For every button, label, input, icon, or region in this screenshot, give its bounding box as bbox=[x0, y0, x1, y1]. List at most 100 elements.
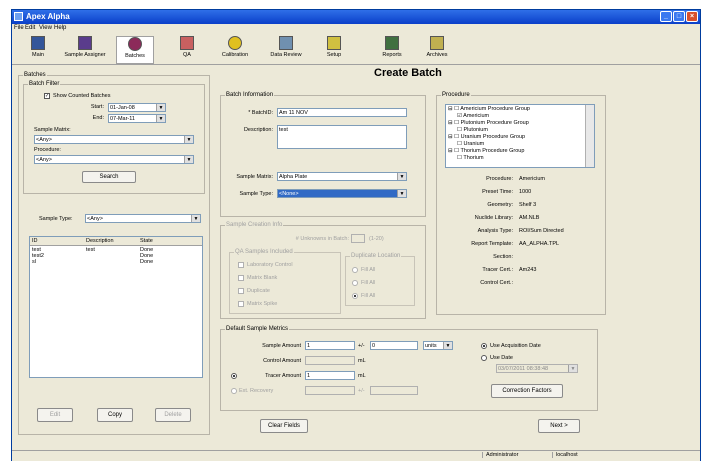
units-select[interactable]: units ▼ bbox=[423, 341, 453, 350]
tree-node[interactable]: ☐ Thorium bbox=[448, 155, 530, 162]
sample-type-select[interactable]: <None> ▼ bbox=[277, 189, 407, 198]
copy-button[interactable]: Copy bbox=[97, 408, 133, 422]
tree-node[interactable]: ⊟ ☐ Uranium Procedure Group bbox=[448, 134, 530, 141]
window-title: Apex Alpha bbox=[26, 12, 70, 21]
matrix-filter-label: Sample Matrix: bbox=[34, 127, 71, 133]
show-counted-checkbox[interactable]: ✓ bbox=[44, 93, 50, 99]
minimize-button[interactable]: _ bbox=[660, 11, 672, 22]
dup-radio[interactable] bbox=[352, 293, 358, 299]
batch-list-table[interactable]: ID Description State test test Done test2 D… bbox=[29, 236, 203, 378]
description-field[interactable]: test bbox=[277, 125, 407, 149]
batch-info-legend: Batch Information bbox=[225, 92, 275, 98]
batch-info-group: Batch Information * BatchID: Am 11 NOV D… bbox=[220, 92, 426, 217]
menu-help[interactable]: Help bbox=[54, 25, 66, 31]
toolbar-data-review[interactable]: Data Review bbox=[264, 36, 308, 58]
ext-recovery-field[interactable] bbox=[305, 386, 355, 395]
setup-icon bbox=[327, 36, 341, 50]
delete-button[interactable]: Delete bbox=[155, 408, 191, 422]
dup-label: Fill All bbox=[361, 280, 376, 286]
dup-radio[interactable] bbox=[352, 280, 358, 286]
end-label: End: bbox=[92, 115, 104, 121]
sample-amount-field[interactable]: 1 bbox=[305, 341, 355, 350]
qa-matrix-spike-checkbox[interactable] bbox=[238, 301, 244, 307]
tree-node[interactable]: ☐ Uranium bbox=[448, 141, 530, 148]
maximize-button[interactable]: □ bbox=[673, 11, 685, 22]
dup-radio[interactable] bbox=[352, 267, 358, 273]
menu-edit[interactable]: Edit bbox=[25, 25, 35, 31]
tree-node[interactable]: ☐ Plutonium bbox=[448, 127, 530, 134]
sample-type-filter-select[interactable]: <Any> ▼ bbox=[85, 214, 201, 223]
qa-samples-group: QA Samples Included Laboratory Control M… bbox=[229, 249, 341, 314]
show-counted-label: Show Counted Batches bbox=[53, 93, 111, 99]
toolbar-qa[interactable]: QA bbox=[175, 36, 199, 58]
tree-node[interactable]: ⊟ ☐ Plutonium Procedure Group bbox=[448, 120, 530, 127]
control-amount-field[interactable] bbox=[305, 356, 355, 365]
use-acquisition-date-radio[interactable] bbox=[481, 343, 487, 349]
control-unit-label: mL bbox=[358, 358, 366, 364]
batches-legend: Batches bbox=[23, 72, 47, 78]
tracer-unit-label: mL bbox=[358, 373, 366, 379]
ext-recovery-uncertainty-field[interactable] bbox=[370, 386, 418, 395]
menu-view[interactable]: View bbox=[39, 25, 52, 31]
toolbar-calibration[interactable]: Calibration bbox=[217, 36, 253, 58]
procedure-tree[interactable]: ⊟ ☐ Americium Procedure Group ☑ Americiu… bbox=[445, 104, 595, 168]
procedure-group: Procedure ⊟ ☐ Americium Procedure Group … bbox=[436, 92, 606, 315]
close-button[interactable]: × bbox=[686, 11, 698, 22]
sample-uncertainty-field[interactable]: 0 bbox=[370, 341, 418, 350]
tree-scrollbar[interactable] bbox=[585, 105, 594, 167]
toolbar-setup[interactable]: Setup bbox=[322, 36, 346, 58]
tree-node[interactable]: ☑ Americium bbox=[448, 113, 530, 120]
toolbar-archives[interactable]: Archives bbox=[420, 36, 454, 58]
main-icon bbox=[31, 36, 45, 50]
app-window: Apex Alpha _ □ × File Edit View Help Mai… bbox=[11, 9, 701, 461]
column-id[interactable]: ID bbox=[32, 238, 38, 244]
plus-minus-label: +/- bbox=[358, 343, 365, 349]
start-date-field[interactable]: 01-Jan-08 ▼ bbox=[108, 103, 166, 112]
tree-node[interactable]: ⊟ ☐ Americium Procedure Group bbox=[448, 106, 530, 113]
next-button[interactable]: Next > bbox=[538, 419, 580, 433]
toolbar-main[interactable]: Main bbox=[24, 36, 52, 58]
toolbar-sample-assigner[interactable]: Sample Assigner bbox=[60, 36, 110, 58]
table-row[interactable]: sl Done bbox=[30, 259, 202, 265]
duplicate-location-legend: Duplicate Location bbox=[350, 253, 402, 259]
qa-matrix-blank-checkbox[interactable] bbox=[238, 275, 244, 281]
sample-type-filter-label: Sample Type: bbox=[39, 216, 73, 222]
sample-creation-legend: Sample Creation Info bbox=[225, 222, 284, 228]
data-review-icon bbox=[279, 36, 293, 50]
use-date-radio[interactable] bbox=[481, 355, 487, 361]
batches-panel: Batches Batch Filter ✓ Show Counted Batc… bbox=[18, 72, 210, 435]
edit-button[interactable]: Edit bbox=[37, 408, 73, 422]
toolbar-reports[interactable]: Reports bbox=[377, 36, 407, 58]
tree-node[interactable]: ⊟ ☐ Thorium Procedure Group bbox=[448, 148, 530, 155]
ext-recovery-radio[interactable] bbox=[231, 388, 237, 394]
menu-file[interactable]: File bbox=[14, 25, 24, 31]
qa-samples-legend: QA Samples Included bbox=[234, 249, 294, 255]
qa-duplicate-checkbox[interactable] bbox=[238, 288, 244, 294]
column-description[interactable]: Description bbox=[86, 238, 114, 244]
sample-matrix-select[interactable]: Alpha Plate ▼ bbox=[277, 172, 407, 181]
start-label: Start: bbox=[90, 104, 104, 110]
reports-icon bbox=[385, 36, 399, 50]
batch-id-field[interactable]: Am 11 NOV bbox=[277, 108, 407, 117]
qa-laboratory-control-checkbox[interactable] bbox=[238, 262, 244, 268]
app-icon bbox=[14, 12, 23, 21]
sample-type-label: Sample Type: bbox=[239, 191, 273, 197]
procedure-filter-label: Procedure: bbox=[34, 147, 61, 153]
date-picker[interactable]: 03/07/2011 08:38:48 ▼ bbox=[496, 364, 578, 373]
tracer-amount-field[interactable]: 1 bbox=[305, 371, 355, 380]
clear-fields-button[interactable]: Clear Fields bbox=[260, 419, 308, 433]
sample-metrics-legend: Default Sample Metrics bbox=[225, 326, 290, 332]
unknowns-range: (1-20) bbox=[369, 236, 384, 242]
procedure-filter-select[interactable]: <Any> ▼ bbox=[34, 155, 194, 164]
search-button[interactable]: Search bbox=[82, 171, 136, 183]
end-date-field[interactable]: 07-Mar-11 ▼ bbox=[108, 114, 166, 123]
tracer-amount-radio[interactable] bbox=[231, 373, 237, 379]
column-state[interactable]: State bbox=[140, 238, 153, 244]
description-label: Description: bbox=[243, 127, 273, 133]
matrix-filter-select[interactable]: <Any> ▼ bbox=[34, 135, 194, 144]
sample-assigner-icon bbox=[78, 36, 92, 50]
correction-factors-button[interactable]: Correction Factors bbox=[491, 384, 563, 398]
plus-minus-label: +/- bbox=[358, 388, 365, 394]
toolbar-batches[interactable]: Batches bbox=[116, 36, 154, 64]
unknowns-field[interactable] bbox=[351, 234, 365, 243]
